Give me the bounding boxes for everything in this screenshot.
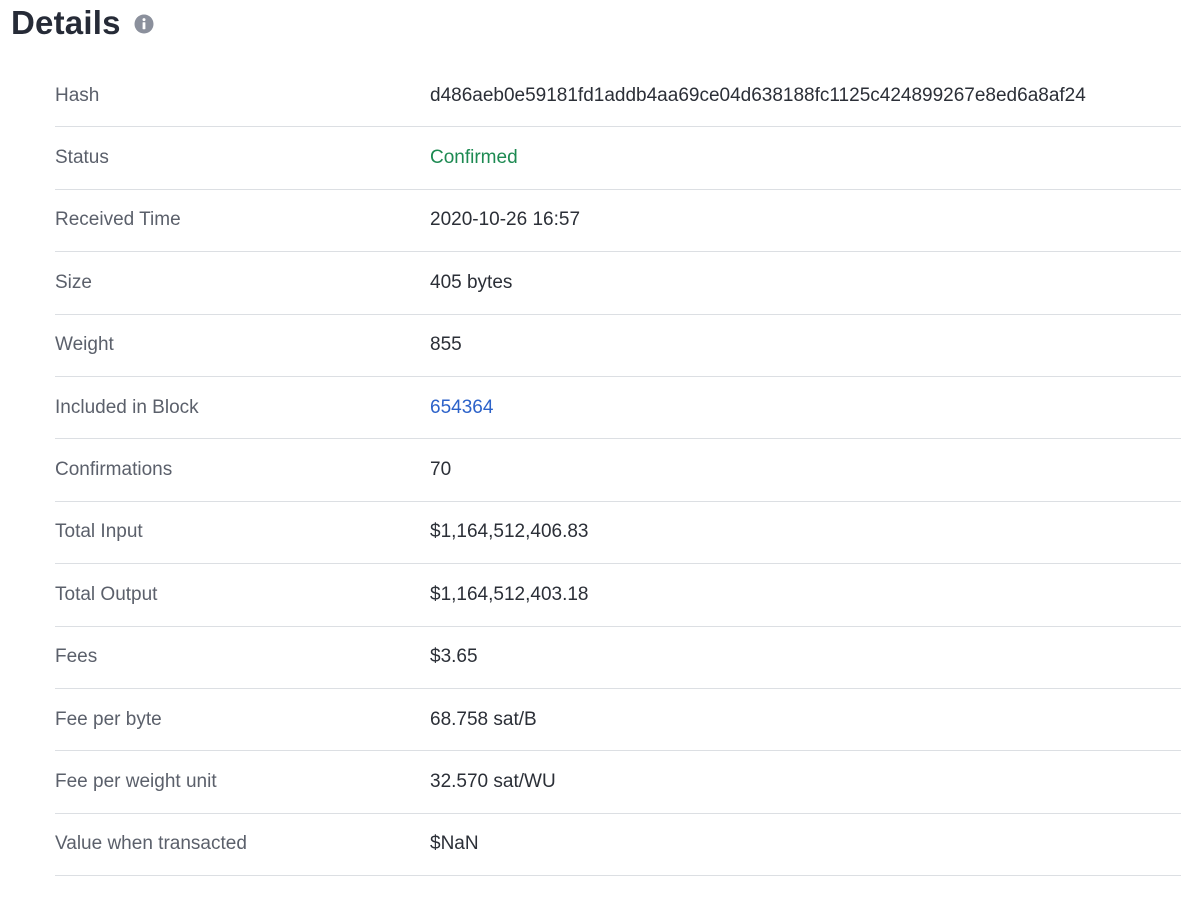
detail-row-total-output: Total Output $1,164,512,403.18	[55, 564, 1181, 627]
status-value: Confirmed	[430, 147, 518, 169]
size-value: 405 bytes	[430, 271, 513, 293]
detail-label: Fee per byte	[55, 708, 162, 730]
detail-row-block: Included in Block 654364	[55, 377, 1181, 440]
fee-per-weight-unit-value: 32.570 sat/WU	[430, 770, 556, 792]
detail-row-status: Status Confirmed	[55, 127, 1181, 190]
details-table: Hash d486aeb0e59181fd1addb4aa69ce04d6381…	[55, 65, 1181, 877]
total-input-value: $1,164,512,406.83	[430, 521, 589, 543]
detail-row-size: Size 405 bytes	[55, 252, 1181, 315]
detail-label: Size	[55, 271, 92, 293]
value-when-transacted-value: $NaN	[430, 833, 479, 855]
detail-row-received-time: Received Time 2020-10-26 16:57	[55, 190, 1181, 253]
detail-row-hash: Hash d486aeb0e59181fd1addb4aa69ce04d6381…	[55, 65, 1181, 128]
page-title: Details	[11, 4, 121, 41]
detail-row-fees: Fees $3.65	[55, 627, 1181, 689]
detail-row-confirmations: Confirmations 70	[55, 439, 1181, 502]
detail-label: Received Time	[55, 209, 181, 231]
detail-label: Included in Block	[55, 396, 199, 418]
details-header: Details	[11, 0, 154, 46]
detail-label: Weight	[55, 334, 114, 356]
confirmations-value: 70	[430, 459, 452, 481]
weight-value: 855	[430, 334, 462, 356]
received-time-value: 2020-10-26 16:57	[430, 209, 581, 231]
fees-value: $3.65	[430, 646, 478, 668]
detail-label: Fee per weight unit	[55, 770, 217, 792]
detail-row-weight: Weight 855	[55, 315, 1181, 377]
detail-label: Fees	[55, 646, 98, 668]
detail-label: Total Output	[55, 583, 158, 605]
detail-row-total-input: Total Input $1,164,512,406.83	[55, 502, 1181, 565]
detail-label: Total Input	[55, 521, 143, 543]
block-link[interactable]: 654364	[430, 397, 493, 419]
fee-per-byte-value: 68.758 sat/B	[430, 708, 537, 730]
detail-row-value-when-transacted: Value when transacted $NaN	[55, 814, 1181, 877]
info-icon[interactable]	[134, 14, 154, 34]
detail-label: Value when transacted	[55, 833, 247, 855]
detail-label: Status	[55, 147, 109, 169]
detail-label: Confirmations	[55, 459, 173, 481]
detail-row-fee-per-weight-unit: Fee per weight unit 32.570 sat/WU	[55, 751, 1181, 814]
hash-value: d486aeb0e59181fd1addb4aa69ce04d638188fc1…	[430, 84, 1086, 106]
total-output-value: $1,164,512,403.18	[430, 583, 589, 605]
details-page: Details Hash d486aeb0e59181fd1addb4aa69c…	[0, 0, 1200, 907]
detail-row-fee-per-byte: Fee per byte 68.758 sat/B	[55, 689, 1181, 752]
detail-label: Hash	[55, 84, 100, 106]
